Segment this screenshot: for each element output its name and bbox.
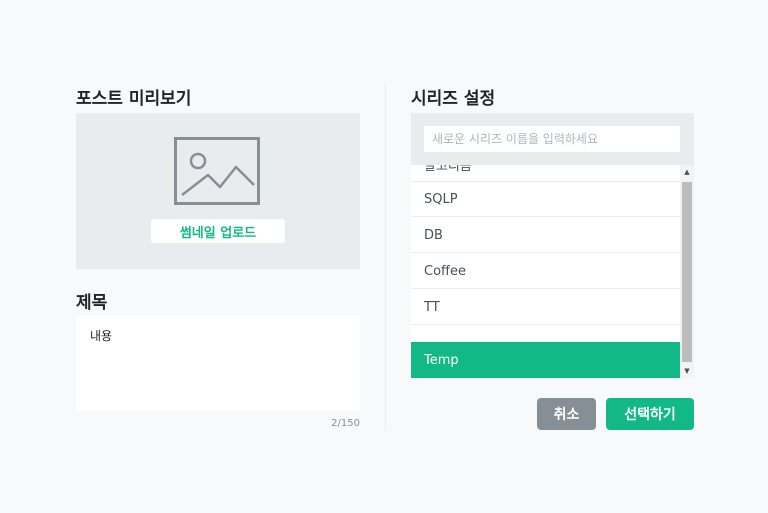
- series-item[interactable]: 알고리즘: [411, 165, 680, 182]
- cancel-button[interactable]: 취소: [537, 398, 596, 430]
- scroll-up-arrow-icon[interactable]: ▲: [680, 165, 694, 179]
- description-textarea[interactable]: 내용: [76, 316, 360, 411]
- series-item[interactable]: DB: [411, 218, 680, 253]
- series-list: 알고리즘 SQLP DB Coffee TT Temp: [411, 165, 680, 378]
- preview-title: 포스트 미리보기: [76, 89, 192, 109]
- series-item[interactable]: Coffee: [411, 254, 680, 289]
- scroll-thumb[interactable]: [682, 182, 692, 362]
- thumbnail-area: 썸네일 업로드: [76, 113, 360, 269]
- select-button[interactable]: 선택하기: [606, 398, 694, 430]
- series-item-selected[interactable]: Temp: [411, 342, 680, 378]
- description-title: 제목: [76, 293, 108, 313]
- series-name-input[interactable]: 새로운 시리즈 이름을 입력하세요: [424, 126, 680, 152]
- series-title: 시리즈 설정: [411, 89, 496, 109]
- divider: [385, 83, 386, 430]
- scrollbar[interactable]: ▲ ▼: [680, 165, 694, 378]
- series-item[interactable]: TT: [411, 290, 680, 325]
- scroll-down-arrow-icon[interactable]: ▼: [680, 364, 694, 378]
- char-counter: 2/150: [331, 418, 360, 429]
- series-box: 새로운 시리즈 이름을 입력하세요 알고리즘 SQLP DB Coffee TT…: [411, 113, 694, 378]
- series-item[interactable]: SQLP: [411, 182, 680, 217]
- upload-thumbnail-button[interactable]: 썸네일 업로드: [151, 219, 285, 243]
- image-icon: [174, 137, 260, 205]
